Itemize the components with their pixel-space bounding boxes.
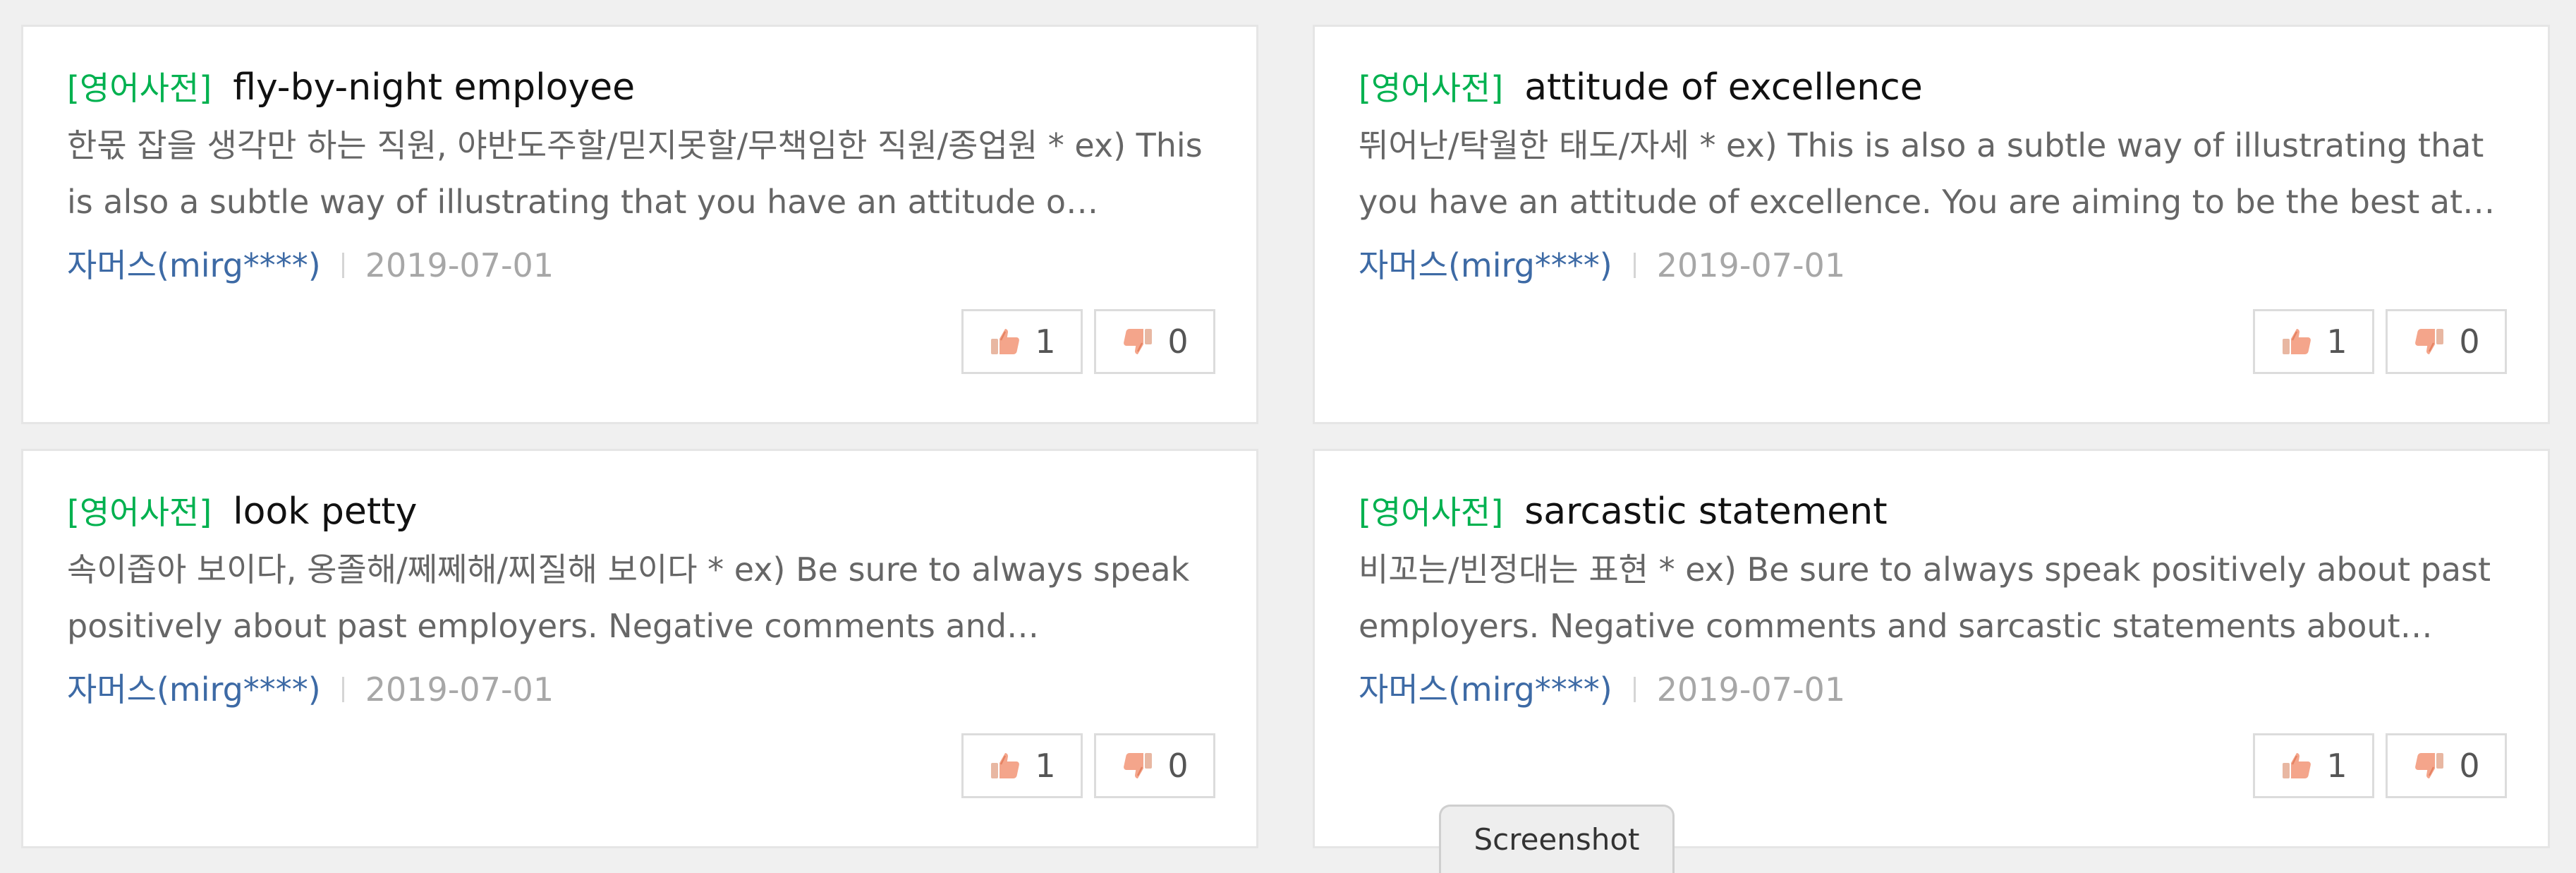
term-link[interactable]: attitude of excellence bbox=[1524, 66, 1923, 109]
author-link[interactable]: 자머스(mirg****) bbox=[67, 670, 321, 709]
dislike-button[interactable]: 0 bbox=[1094, 309, 1215, 374]
thumbs-up-icon bbox=[2283, 329, 2311, 354]
post-date: 2019-07-01 bbox=[365, 246, 554, 284]
dictionary-card[interactable]: [영어사전] sarcastic statement 비꼬는/빈정대는 표현 * … bbox=[1313, 449, 2550, 848]
dislike-count: 0 bbox=[1167, 747, 1189, 785]
dislike-count: 0 bbox=[1167, 323, 1189, 361]
author-link[interactable]: 자머스(mirg****) bbox=[1359, 670, 1612, 709]
dictionary-card[interactable]: [영어사전] look petty 속이좁아 보이다, 옹졸해/쩨쩨해/찌질해 보… bbox=[21, 449, 1258, 848]
meta-divider bbox=[341, 252, 344, 278]
post-date: 2019-07-01 bbox=[1656, 246, 1846, 284]
card-meta: 자머스(mirg****) 2019-07-01 bbox=[1359, 237, 1845, 294]
dictionary-tag-link[interactable]: [영어사전] bbox=[67, 69, 212, 107]
dislike-button[interactable]: 0 bbox=[2386, 309, 2507, 374]
like-button[interactable]: 1 bbox=[2253, 309, 2374, 374]
author-link[interactable]: 자머스(mirg****) bbox=[67, 246, 321, 284]
like-count: 1 bbox=[1035, 747, 1056, 785]
thumbs-down-icon bbox=[2415, 753, 2444, 778]
like-count: 1 bbox=[2326, 323, 2347, 361]
term-link[interactable]: fly-by-night employee bbox=[233, 66, 635, 109]
dictionary-tag-link[interactable]: [영어사전] bbox=[1359, 493, 1503, 531]
like-button[interactable]: 1 bbox=[961, 309, 1083, 374]
like-button[interactable]: 1 bbox=[961, 733, 1083, 798]
post-date: 2019-07-01 bbox=[365, 670, 554, 709]
card-meta: 자머스(mirg****) 2019-07-01 bbox=[67, 237, 554, 294]
screenshot-tooltip: Screenshot bbox=[1439, 805, 1675, 873]
thumbs-down-icon bbox=[2415, 329, 2444, 354]
term-meaning[interactable]: 한몫 잡을 생각만 하는 직원, 야반도주할/믿지못할/무책임한 직원/종업원 … bbox=[67, 117, 1210, 230]
post-date: 2019-07-01 bbox=[1656, 670, 1846, 709]
meta-divider bbox=[1633, 252, 1636, 278]
meta-divider bbox=[341, 676, 344, 702]
term-link[interactable]: sarcastic statement bbox=[1524, 490, 1887, 533]
card-title-row: [영어사전] fly-by-night employee bbox=[67, 59, 635, 116]
term-meaning[interactable]: 뛰어난/탁월한 태도/자세 * ex) This is also a subtl… bbox=[1359, 117, 2501, 230]
card-title-row: [영어사전] attitude of excellence bbox=[1359, 59, 1923, 116]
like-count: 1 bbox=[1035, 323, 1056, 361]
dislike-count: 0 bbox=[2459, 747, 2480, 785]
card-title-row: [영어사전] sarcastic statement bbox=[1359, 483, 1888, 540]
thumbs-up-icon bbox=[991, 329, 1020, 354]
dictionary-card[interactable]: [영어사전] attitude of excellence 뛰어난/탁월한 태도/… bbox=[1313, 25, 2550, 424]
thumbs-down-icon bbox=[1124, 753, 1153, 778]
author-link[interactable]: 자머스(mirg****) bbox=[1359, 246, 1612, 284]
dislike-button[interactable]: 0 bbox=[1094, 733, 1215, 798]
like-button[interactable]: 1 bbox=[2253, 733, 2374, 798]
card-meta: 자머스(mirg****) 2019-07-01 bbox=[67, 661, 554, 718]
thumbs-down-icon bbox=[1124, 329, 1153, 354]
meta-divider bbox=[1633, 676, 1636, 702]
term-link[interactable]: look petty bbox=[233, 490, 417, 533]
card-meta: 자머스(mirg****) 2019-07-01 bbox=[1359, 661, 1845, 718]
thumbs-up-icon bbox=[2283, 753, 2311, 778]
thumbs-up-icon bbox=[991, 753, 1020, 778]
dictionary-card[interactable]: [영어사전] fly-by-night employee 한몫 잡을 생각만 하는… bbox=[21, 25, 1258, 424]
card-title-row: [영어사전] look petty bbox=[67, 483, 417, 540]
like-count: 1 bbox=[2326, 747, 2347, 785]
dictionary-card-grid: [영어사전] fly-by-night employee 한몫 잡을 생각만 하는… bbox=[0, 0, 2576, 873]
dictionary-tag-link[interactable]: [영어사전] bbox=[1359, 69, 1503, 107]
dislike-count: 0 bbox=[2459, 323, 2480, 361]
dislike-button[interactable]: 0 bbox=[2386, 733, 2507, 798]
dictionary-tag-link[interactable]: [영어사전] bbox=[67, 493, 212, 531]
term-meaning[interactable]: 비꼬는/빈정대는 표현 * ex) Be sure to always spea… bbox=[1359, 541, 2501, 654]
term-meaning[interactable]: 속이좁아 보이다, 옹졸해/쩨쩨해/찌질해 보이다 * ex) Be sure … bbox=[67, 541, 1210, 654]
